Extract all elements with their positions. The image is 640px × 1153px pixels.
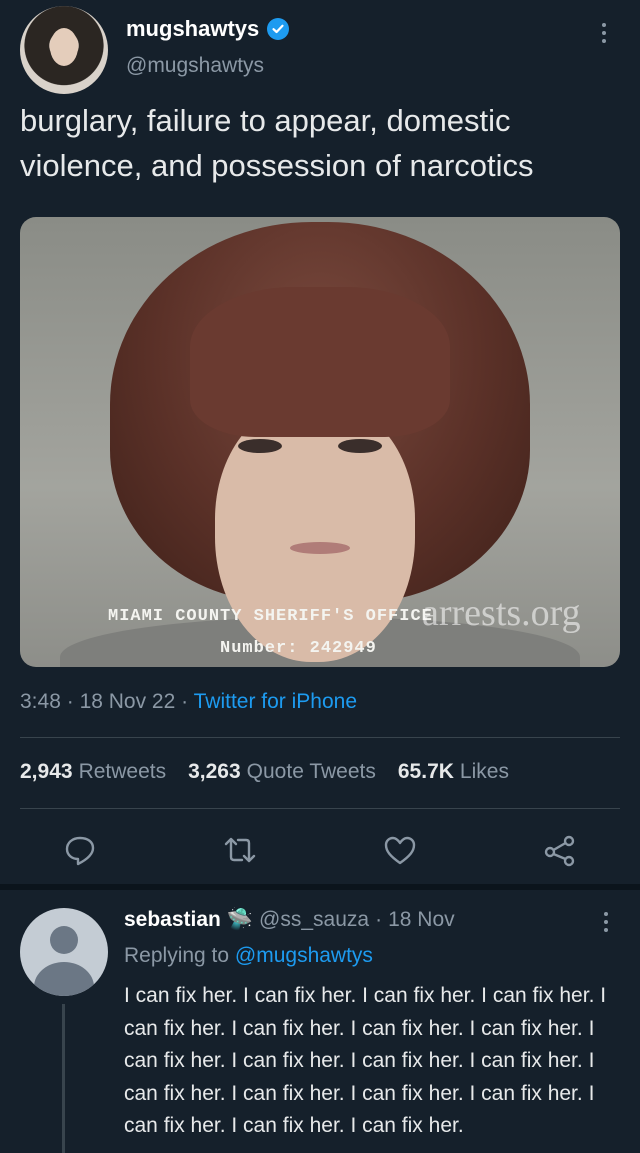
- reply-avatar[interactable]: [20, 908, 108, 996]
- divider: [20, 808, 620, 809]
- tweet-stats: 2,943 Retweets 3,263 Quote Tweets 65.7K Lik…: [20, 760, 509, 784]
- author-handle[interactable]: @mugshawtys: [126, 54, 264, 78]
- retweets-label: Retweets: [78, 760, 167, 783]
- reply-display-name[interactable]: sebastian: [124, 908, 221, 932]
- reply-icon[interactable]: [62, 832, 98, 868]
- author-avatar[interactable]: [20, 6, 108, 94]
- replying-to-handle[interactable]: @mugshawtys: [235, 944, 373, 967]
- thread-line: [62, 1004, 65, 1153]
- avatar-face: [50, 28, 78, 66]
- quotes-label: Quote Tweets: [246, 760, 376, 783]
- meta-separator: ·: [181, 690, 189, 713]
- likes-label: Likes: [459, 760, 509, 783]
- retweet-icon[interactable]: [222, 832, 258, 868]
- author-name-row: mugshawtys: [126, 16, 290, 42]
- likes-stat[interactable]: 65.7K Likes: [398, 760, 509, 784]
- verified-badge-icon: [267, 18, 290, 40]
- retweets-count: 2,943: [20, 760, 73, 783]
- retweets-stat[interactable]: 2,943 Retweets: [20, 760, 166, 784]
- like-icon[interactable]: [382, 832, 418, 868]
- tweet-date[interactable]: 18 Nov 22: [80, 690, 176, 713]
- photo-eye-left: [238, 439, 282, 453]
- tweet-meta: 3:48 · 18 Nov 22 · Twitter for iPhone: [20, 690, 357, 714]
- section-separator: [0, 884, 640, 890]
- tweet-source[interactable]: Twitter for iPhone: [194, 690, 357, 713]
- photo-eye-right: [338, 439, 382, 453]
- meta-separator: ·: [375, 908, 383, 931]
- likes-count: 65.7K: [397, 760, 454, 783]
- reply-date[interactable]: 18 Nov: [388, 908, 455, 932]
- quotes-count: 3,263: [188, 760, 241, 783]
- replying-prefix: Replying to: [124, 944, 230, 967]
- tweet-photo[interactable]: MIAMI COUNTY SHERIFF'S OFFICE Number: 24…: [20, 217, 620, 667]
- replying-to: Replying to @mugshawtys: [124, 944, 373, 968]
- meta-separator: ·: [66, 690, 74, 713]
- photo-mouth: [290, 542, 350, 554]
- quotes-stat[interactable]: 3,263 Quote Tweets: [188, 760, 376, 784]
- more-icon[interactable]: [594, 18, 614, 48]
- photo-caption-number: Number: 242949: [220, 639, 377, 658]
- reply-handle[interactable]: @ss_sauza: [259, 908, 369, 932]
- photo-watermark: arrests.org: [422, 592, 581, 634]
- share-icon[interactable]: [542, 832, 578, 868]
- reply-text: I can fix her. I can fix her. I can fix …: [124, 984, 607, 1137]
- action-bar: [0, 832, 640, 872]
- tweet-text: burglary, failure to appear, domestic vi…: [20, 103, 534, 183]
- default-avatar-head: [50, 926, 78, 954]
- divider: [20, 737, 620, 738]
- reply-header: sebastian 🛸 @ss_sauza · 18 Nov: [124, 908, 455, 932]
- ufo-emoji: 🛸: [226, 908, 254, 931]
- photo-bangs: [190, 287, 450, 437]
- photo-caption-agency: MIAMI COUNTY SHERIFF'S OFFICE: [108, 607, 433, 626]
- default-avatar-body: [34, 962, 94, 996]
- more-icon[interactable]: [596, 908, 616, 936]
- author-display-name[interactable]: mugshawtys: [126, 16, 259, 42]
- tweet-time[interactable]: 3:48: [20, 690, 61, 713]
